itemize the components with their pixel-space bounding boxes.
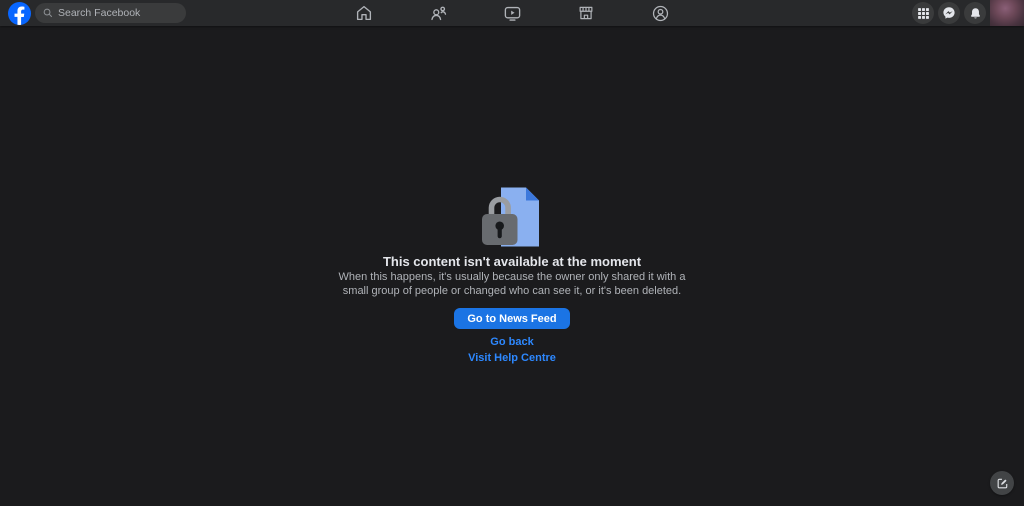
locked-document-icon <box>482 187 539 247</box>
facebook-logo-icon[interactable] <box>8 1 31 25</box>
navbar-right <box>912 0 1024 26</box>
go-to-news-feed-button[interactable]: Go to News Feed <box>454 308 570 329</box>
marketplace-icon <box>579 6 593 20</box>
navbar-tabs <box>327 0 697 26</box>
groups-icon <box>652 5 668 21</box>
tab-friends[interactable] <box>401 0 475 26</box>
compose-post-button[interactable] <box>990 471 1014 495</box>
home-icon <box>356 5 372 21</box>
messenger-icon <box>943 7 955 19</box>
error-content: This content isn't available at the mome… <box>0 187 1024 364</box>
go-back-link[interactable]: Go back <box>490 336 533 348</box>
search-bar[interactable] <box>35 3 186 23</box>
tab-watch[interactable] <box>475 0 549 26</box>
watch-icon <box>504 6 520 21</box>
compose-post-icon <box>997 478 1007 488</box>
menu-grid-icon <box>917 7 929 19</box>
error-description: When this happens, it's usually because … <box>338 271 686 297</box>
tab-groups[interactable] <box>623 0 697 26</box>
friends-icon <box>430 6 446 20</box>
notifications-bell-icon <box>970 7 980 18</box>
error-title: This content isn't available at the mome… <box>382 254 642 269</box>
menu-button[interactable] <box>912 2 934 24</box>
visit-help-centre-link[interactable]: Visit Help Centre <box>468 352 556 364</box>
tab-home[interactable] <box>327 0 401 26</box>
top-navbar <box>0 0 1024 26</box>
profile-avatar[interactable] <box>990 0 1024 26</box>
navbar-left <box>8 0 186 26</box>
search-icon <box>43 8 53 18</box>
messenger-button[interactable] <box>938 2 960 24</box>
search-input[interactable] <box>58 7 178 19</box>
notifications-button[interactable] <box>964 2 986 24</box>
tab-marketplace[interactable] <box>549 0 623 26</box>
